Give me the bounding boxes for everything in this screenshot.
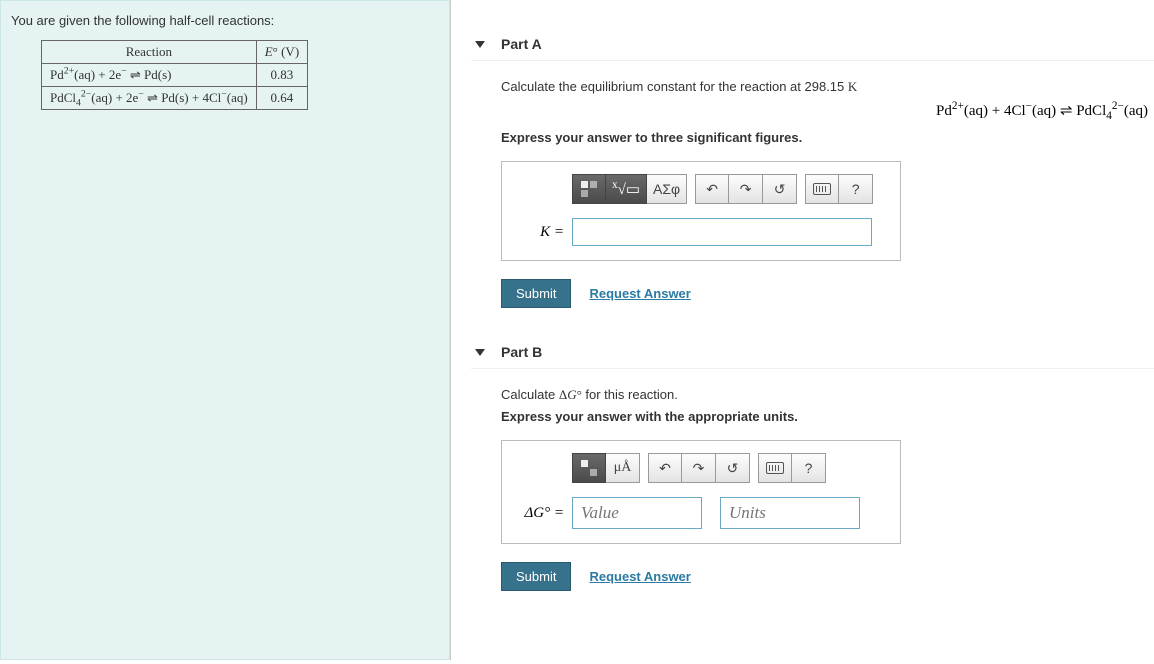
table-header-row: Reaction E° (V) <box>42 41 308 64</box>
answer-panel: Part A Calculate the equilibrium constan… <box>450 0 1154 660</box>
part-b-title: Part B <box>501 344 542 360</box>
units-input[interactable] <box>720 497 860 529</box>
sqrt-button[interactable]: x√▭ <box>606 174 647 204</box>
e-cell: 0.83 <box>256 64 307 87</box>
keyboard-icon <box>813 183 831 195</box>
table-row: PdCl42−(aq) + 2e− ⇌ Pd(s) + 4Cl−(aq) 0.6… <box>42 87 308 110</box>
part-b-prompt: Calculate ΔG° for this reaction. <box>501 387 1154 403</box>
keyboard-button[interactable] <box>758 453 792 483</box>
units-symbol-button[interactable]: μÅ <box>606 453 640 483</box>
col-e-header: E° (V) <box>256 41 307 64</box>
templates-button[interactable] <box>572 453 606 483</box>
help-button[interactable]: ? <box>792 453 826 483</box>
part-a-toolbar: x√▭ ΑΣφ ↶ ↷ ↺ ? <box>572 174 886 204</box>
request-answer-link[interactable]: Request Answer <box>589 286 690 301</box>
col-reaction-header: Reaction <box>42 41 257 64</box>
table-row: Pd2+(aq) + 2e− ⇌ Pd(s) 0.83 <box>42 64 308 87</box>
k-label: K = <box>516 224 564 241</box>
redo-button[interactable]: ↷ <box>682 453 716 483</box>
part-b-toolbar: μÅ ↶ ↷ ↺ ? <box>572 453 886 483</box>
submit-button[interactable]: Submit <box>501 279 571 308</box>
part-a-header[interactable]: Part A <box>471 28 1154 61</box>
intro-text: You are given the following half-cell re… <box>11 13 439 28</box>
reactions-table: Reaction E° (V) Pd2+(aq) + 2e− ⇌ Pd(s) 0… <box>41 40 308 110</box>
problem-panel: You are given the following half-cell re… <box>0 0 450 660</box>
keyboard-button[interactable] <box>805 174 839 204</box>
request-answer-link[interactable]: Request Answer <box>589 569 690 584</box>
e-cell: 0.64 <box>256 87 307 110</box>
chevron-down-icon <box>475 41 485 48</box>
part-a: Part A Calculate the equilibrium constan… <box>471 28 1154 308</box>
redo-button[interactable]: ↷ <box>729 174 763 204</box>
part-a-equation: Pd2+(aq) + 4Cl−(aq) ⇌ PdCl42−(aq) <box>501 101 1154 120</box>
part-b-header[interactable]: Part B <box>471 336 1154 369</box>
greek-button[interactable]: ΑΣφ <box>647 174 687 204</box>
keyboard-icon <box>766 462 784 474</box>
reset-button[interactable]: ↺ <box>763 174 797 204</box>
part-a-title: Part A <box>501 36 542 52</box>
part-b-answer-box: μÅ ↶ ↷ ↺ ? ΔG° = <box>501 440 901 544</box>
part-b-instruction: Express your answer with the appropriate… <box>501 409 1154 424</box>
reaction-cell: Pd2+(aq) + 2e− ⇌ Pd(s) <box>42 64 257 87</box>
reset-button[interactable]: ↺ <box>716 453 750 483</box>
part-a-prompt: Calculate the equilibrium constant for t… <box>501 79 1154 95</box>
reaction-cell: PdCl42−(aq) + 2e− ⇌ Pd(s) + 4Cl−(aq) <box>42 87 257 110</box>
help-button[interactable]: ? <box>839 174 873 204</box>
value-input[interactable] <box>572 497 702 529</box>
chevron-down-icon <box>475 349 485 356</box>
k-input[interactable] <box>572 218 872 246</box>
submit-button[interactable]: Submit <box>501 562 571 591</box>
undo-button[interactable]: ↶ <box>648 453 682 483</box>
undo-button[interactable]: ↶ <box>695 174 729 204</box>
dg-label: ΔG° = <box>508 505 564 522</box>
part-a-instruction: Express your answer to three significant… <box>501 130 1154 145</box>
templates-button[interactable] <box>572 174 606 204</box>
part-a-answer-box: x√▭ ΑΣφ ↶ ↷ ↺ ? K = <box>501 161 901 261</box>
part-b: Part B Calculate ΔG° for this reaction. … <box>471 336 1154 591</box>
